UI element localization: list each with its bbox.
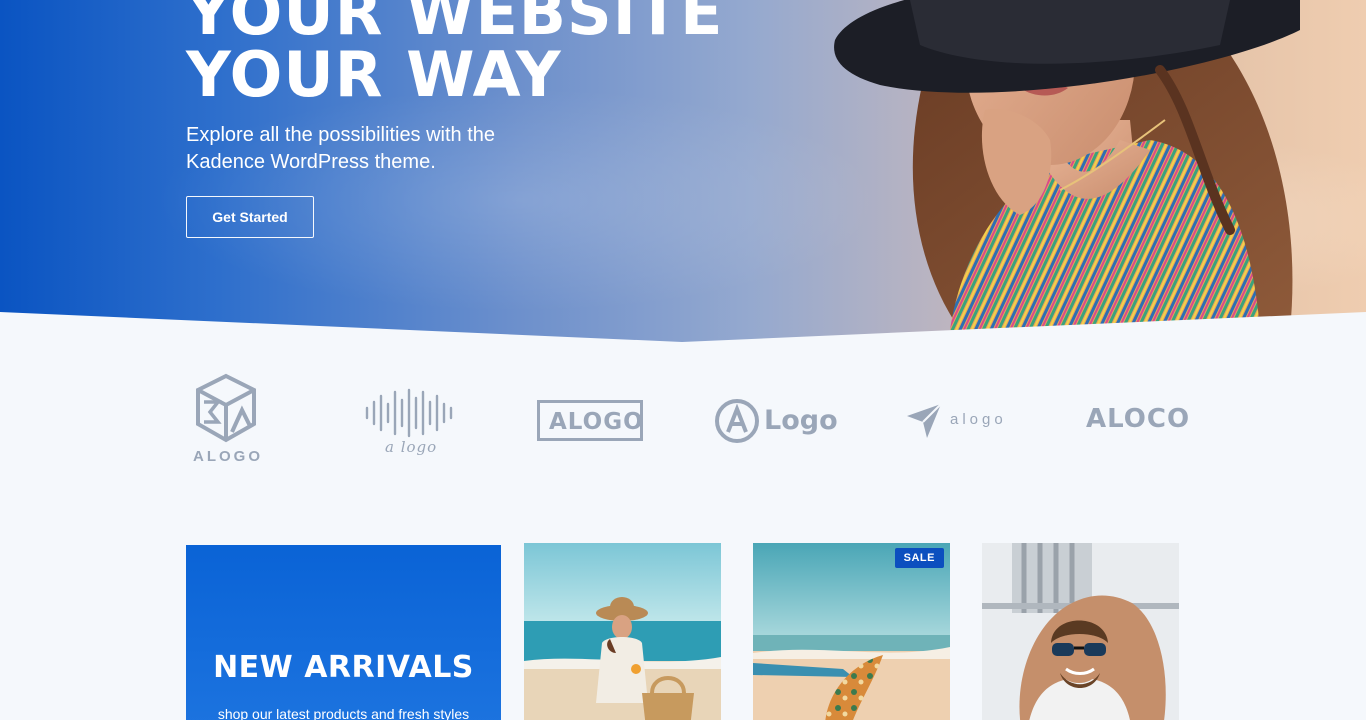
- logo-a-logo-circle: Logo: [714, 398, 838, 446]
- logo-alogo-boxed: ALOGO: [537, 400, 643, 441]
- paper-plane-logo-icon: [907, 403, 942, 438]
- logo-1-text: ALOGO: [193, 448, 263, 465]
- hero-title-line-2: YOUR WAY: [186, 38, 562, 111]
- logo-3-text: ALOGO: [549, 409, 644, 435]
- product-card[interactable]: SALE: [753, 543, 950, 720]
- logo-5-text: alogo: [950, 411, 1007, 428]
- logo-alogo-cube: ALOGO: [190, 372, 262, 468]
- new-arrivals-title: NEW ARRIVALS: [213, 650, 474, 685]
- woman-beach-hat-photo: [524, 543, 721, 720]
- logo-4-text: Logo: [764, 405, 838, 436]
- get-started-button[interactable]: Get Started: [186, 196, 314, 238]
- logo-aloco-wordmark: ALOCO: [1086, 404, 1196, 440]
- hero-section: YOUR WEBSITE YOUR WAY Explore all the po…: [0, 0, 1366, 345]
- logo-alogo-plane: alogo: [905, 402, 1015, 440]
- logo-2-text: a logo: [385, 438, 438, 456]
- wordmark-logo-icon: ALOCO: [1086, 404, 1191, 434]
- soundwave-logo-icon: [365, 388, 453, 438]
- cube-logo-icon: [196, 373, 256, 443]
- sale-badge: SALE: [894, 548, 944, 568]
- man-sunglasses-photo: [982, 543, 1179, 720]
- hero-subtitle: Explore all the possibilities with the K…: [186, 124, 496, 173]
- hero-bottom-divider: [0, 312, 1366, 345]
- new-arrivals-subtitle: shop our latest products and fresh style…: [217, 706, 470, 720]
- surfboard-beach-photo: [753, 543, 950, 720]
- circle-a-logo-icon: [715, 399, 759, 443]
- product-card[interactable]: [982, 543, 1179, 720]
- hero-title: YOUR WEBSITE YOUR WAY: [186, 0, 723, 106]
- product-card[interactable]: [524, 543, 721, 720]
- logo-a-logo-soundwave: a logo: [363, 388, 455, 460]
- new-arrivals-banner[interactable]: [186, 545, 501, 720]
